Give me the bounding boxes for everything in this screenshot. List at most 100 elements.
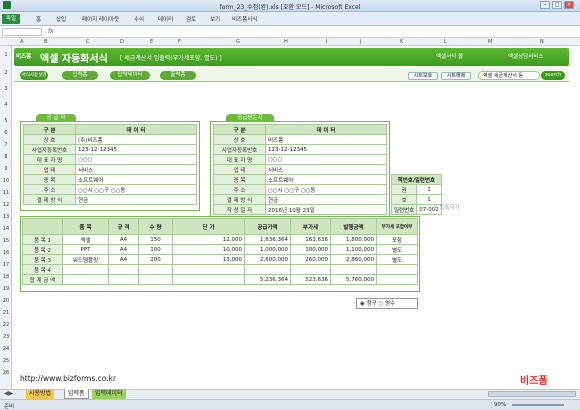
field-value[interactable]: ○○시 ○○구 ○○동 (265, 184, 387, 195)
consult-link[interactable]: 엑셀상담서비스 (508, 52, 543, 60)
field-value[interactable]: 비즈폼 (265, 134, 387, 145)
item-cell[interactable] (376, 264, 418, 275)
field-value[interactable]: 123-12-12345 (75, 144, 197, 155)
search-input[interactable]: 엑셀 세금계산서 등 (478, 71, 540, 80)
item-cell[interactable] (62, 264, 109, 275)
row-header[interactable]: 16 (0, 250, 12, 256)
row-header[interactable]: 24 (0, 346, 12, 352)
column-header[interactable]: J (360, 39, 361, 45)
row-header[interactable]: 3 (0, 86, 12, 92)
row-header[interactable]: 17 (0, 262, 12, 268)
name-box[interactable] (2, 28, 42, 36)
column-header[interactable]: H (284, 39, 288, 45)
field-value[interactable]: (주)비즈폼 (75, 134, 197, 145)
item-cell[interactable]: 워드템플릿 (62, 254, 109, 265)
field-value[interactable]: 현금 (265, 194, 387, 205)
item-cell[interactable]: A4 (108, 254, 139, 265)
field-value[interactable]: 123-12-12345 (265, 144, 387, 155)
minimize-button[interactable]: – (540, 1, 550, 9)
column-header[interactable]: C (86, 39, 90, 45)
row-header[interactable]: 14 (0, 226, 12, 232)
field-value[interactable]: 소프트웨어 (75, 174, 197, 185)
row-header[interactable]: 7 (0, 142, 12, 148)
zoom-slider[interactable] (512, 404, 564, 406)
radio-claim-label[interactable]: 청구 (367, 301, 377, 307)
row-header[interactable]: 25 (0, 358, 12, 364)
column-header[interactable]: M (488, 39, 492, 45)
item-cell[interactable] (138, 264, 173, 275)
column-header[interactable]: N (540, 39, 544, 45)
field-value[interactable]: ○○○ (75, 154, 197, 165)
row-header[interactable]: 1 (0, 52, 12, 58)
row-header[interactable]: 20 (0, 298, 12, 304)
item-cell[interactable]: 포함 (376, 234, 418, 245)
item-cell[interactable]: 100 (138, 244, 173, 255)
field-value[interactable]: 2016년 10월 23일 (265, 204, 387, 215)
tab-view[interactable]: 보기 (210, 15, 220, 23)
item-cell[interactable]: A4 (108, 234, 139, 245)
row-header[interactable]: 6 (0, 130, 12, 136)
row-header[interactable]: 11 (0, 190, 12, 196)
item-cell[interactable]: 12,000 (172, 234, 245, 245)
tab-bizforms[interactable]: 비즈폼서식 (232, 15, 257, 23)
register-button[interactable]: ✔ 등록하기 (433, 203, 469, 213)
field-value[interactable]: 서비스 (265, 164, 387, 175)
column-header[interactable]: G (236, 39, 240, 45)
item-cell[interactable]: PPT (62, 244, 109, 255)
row-header[interactable]: 19 (0, 286, 12, 292)
sheet-unprotect-button[interactable]: 시트해제 (441, 72, 471, 80)
item-cell[interactable]: 엑셀 (62, 234, 109, 245)
close-button[interactable]: × (564, 1, 574, 9)
item-cell[interactable] (108, 264, 139, 275)
column-header[interactable]: L (444, 39, 447, 45)
field-value[interactable]: 서비스 (75, 164, 197, 175)
nav-output-form-button[interactable]: 출력폼 (160, 71, 196, 80)
column-header[interactable]: B (44, 39, 47, 45)
row-header[interactable]: 2 (0, 70, 12, 76)
row-header[interactable]: 23 (0, 334, 12, 340)
field-value[interactable]: ○○시 ○○구 ○○동 (75, 184, 197, 195)
row-header[interactable]: 13 (0, 214, 12, 220)
row-header[interactable]: 26 (0, 370, 12, 376)
field-value[interactable]: 소프트웨어 (265, 174, 387, 185)
item-cell[interactable] (172, 264, 245, 275)
maximize-button[interactable]: □ (552, 1, 562, 9)
field-value[interactable]: 현금 (75, 194, 197, 205)
tab-review[interactable]: 검토 (186, 15, 196, 23)
row-header[interactable]: 4 (0, 102, 12, 108)
item-cell[interactable]: 150 (138, 234, 173, 245)
item-cell[interactable]: A4 (108, 244, 139, 255)
website-url[interactable]: http://www.bizforms.co.kr (20, 374, 116, 383)
item-cell[interactable]: 별도 (376, 244, 418, 255)
shop-link[interactable]: 엑셀서식 몰 (436, 52, 463, 60)
column-header[interactable]: I (326, 39, 327, 45)
row-header[interactable]: 21 (0, 310, 12, 316)
nav-input-data-button[interactable]: 입력데이터 (110, 71, 150, 80)
column-header[interactable]: A (20, 39, 23, 45)
column-header[interactable]: D (120, 39, 124, 45)
fx-icon[interactable]: fx (48, 28, 54, 35)
tab-home[interactable]: 홈 (36, 15, 41, 23)
horizontal-scrollbar[interactable] (488, 391, 576, 397)
row-header[interactable]: 5 (0, 118, 12, 124)
radio-receipt-icon[interactable]: ○ (378, 301, 383, 307)
radio-receipt-label[interactable]: 영수 (385, 301, 395, 307)
item-cell[interactable]: 별도 (376, 254, 418, 265)
row-header[interactable]: 12 (0, 202, 12, 208)
row-header[interactable]: 15 (0, 238, 12, 244)
tab-file[interactable]: 파일 (2, 14, 20, 24)
row-header[interactable]: 18 (0, 274, 12, 280)
sheet-tab-input-data[interactable]: 입력데이터 (92, 389, 126, 399)
field-value[interactable]: 1 (416, 184, 442, 195)
search-button[interactable]: search (541, 71, 565, 80)
nav-usage-button[interactable]: 서식사용설명 (20, 71, 48, 80)
sheet-protect-button[interactable]: 시트보호 (408, 72, 438, 80)
tab-page-layout[interactable]: 페이지 레이아웃 (82, 15, 119, 23)
column-header[interactable]: F (178, 39, 181, 45)
item-cell[interactable]: 13,000 (172, 254, 245, 265)
tab-insert[interactable]: 삽입 (56, 15, 66, 23)
item-cell[interactable]: 10,000 (172, 244, 245, 255)
row-header[interactable]: 10 (0, 178, 12, 184)
column-header[interactable]: E (150, 39, 153, 45)
nav-input-form-button[interactable]: 입력폼 (62, 71, 98, 80)
